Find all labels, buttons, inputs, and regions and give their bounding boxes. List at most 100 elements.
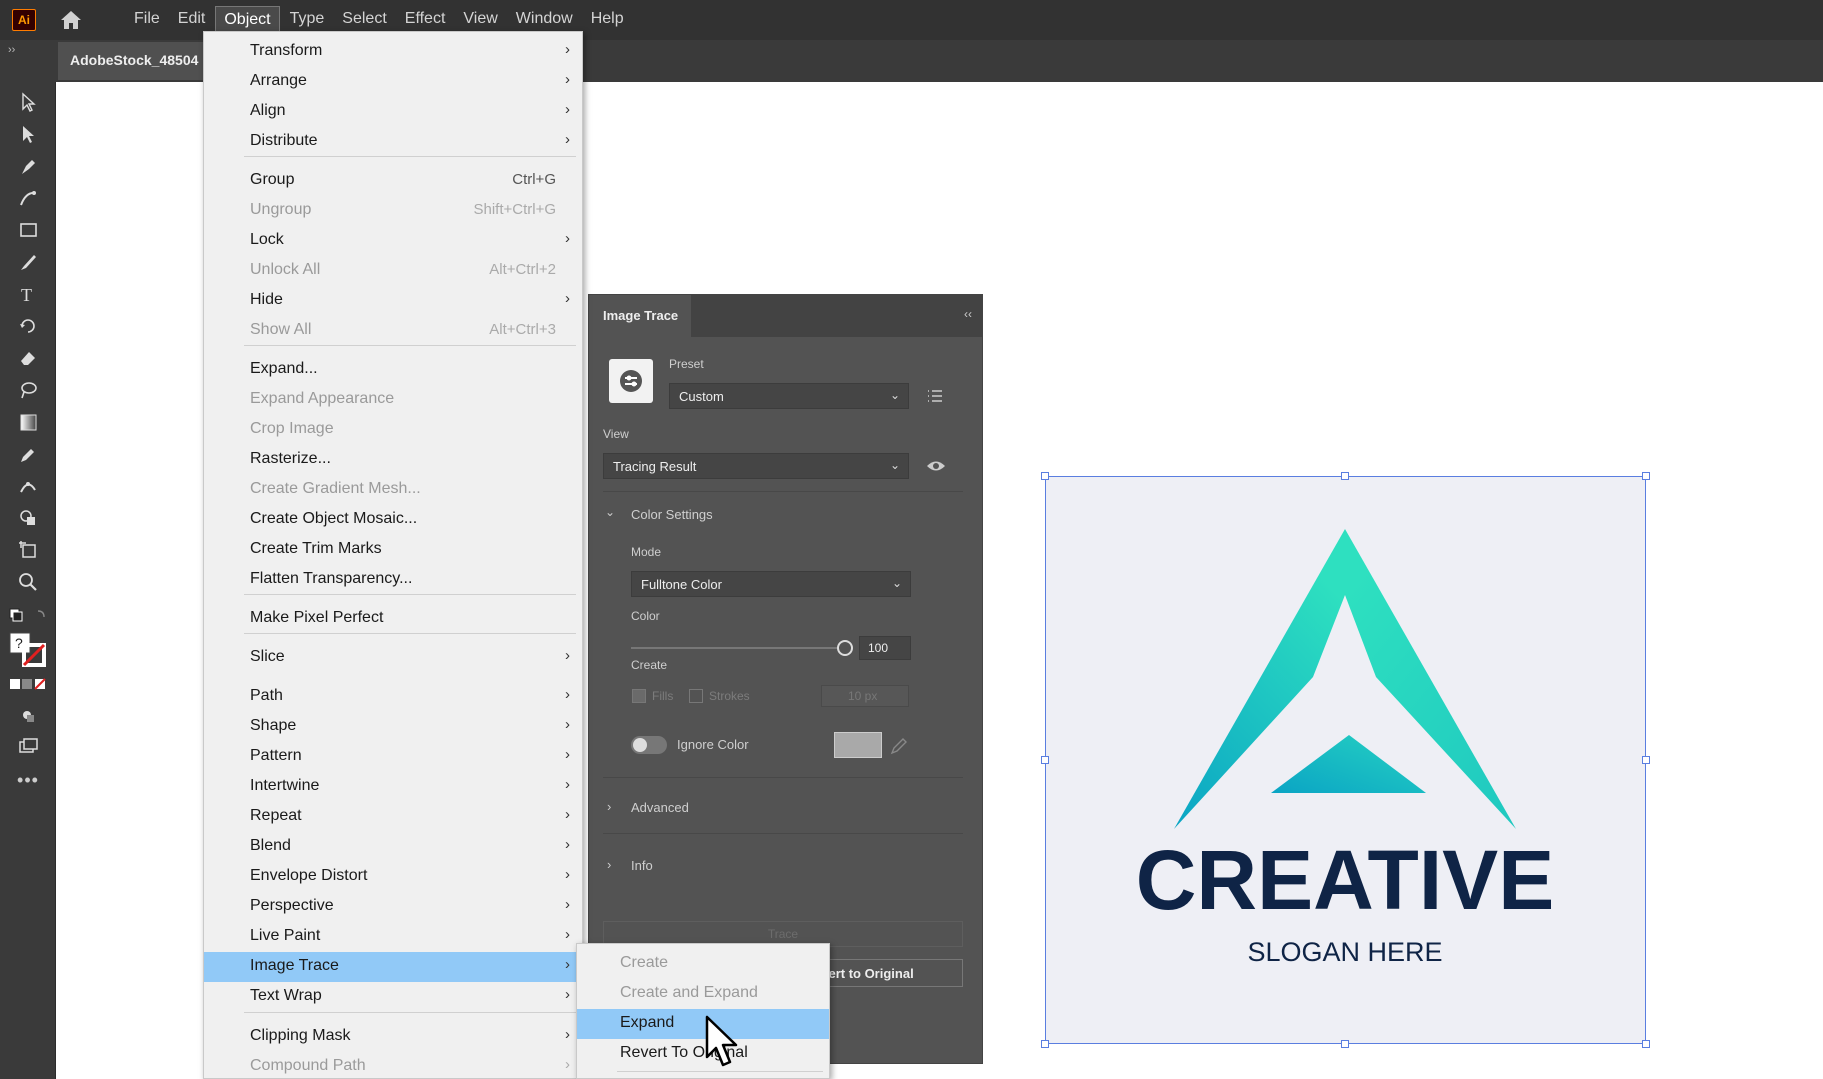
menu-effect[interactable]: Effect — [397, 6, 454, 34]
menu-item-live-paint[interactable]: Live Paint › — [204, 922, 582, 952]
eyedropper-tool-icon[interactable] — [14, 440, 42, 468]
resize-handle[interactable] — [1341, 1040, 1349, 1048]
menu-item-arrange[interactable]: Arrange › — [204, 67, 582, 97]
menu-item-path[interactable]: Path › — [204, 682, 582, 712]
paintbrush-tool-icon[interactable] — [14, 248, 42, 276]
menu-item-compound-path[interactable]: Compound Path › — [204, 1052, 582, 1079]
menu-item-envelope-distort[interactable]: Envelope Distort › — [204, 862, 582, 892]
more-tools-icon[interactable]: ••• — [14, 766, 42, 794]
selection-tool-icon[interactable] — [14, 88, 42, 116]
menu-item-rasterize[interactable]: Rasterize... — [204, 445, 582, 475]
menu-type[interactable]: Type — [282, 6, 333, 34]
eyedropper-icon[interactable] — [889, 734, 911, 756]
advanced-label[interactable]: Advanced — [631, 800, 689, 815]
type-tool-icon[interactable]: T — [14, 280, 42, 308]
menu-item-slice[interactable]: Slice › — [204, 643, 582, 673]
menu-item-clipping-mask[interactable]: Clipping Mask › — [204, 1022, 582, 1052]
menu-object[interactable]: Object — [215, 6, 280, 34]
menu-item-lock[interactable]: Lock › — [204, 226, 582, 256]
home-icon[interactable] — [58, 8, 84, 32]
menu-edit[interactable]: Edit — [170, 6, 214, 34]
image-trace-tab[interactable]: Image Trace — [589, 295, 691, 337]
menu-item-expand-appearance[interactable]: Expand Appearance — [204, 385, 582, 415]
menu-help[interactable]: Help — [583, 6, 632, 34]
expand-panels-icon[interactable]: ›› — [8, 44, 15, 56]
info-label[interactable]: Info — [631, 858, 653, 873]
menu-item-ungroup[interactable]: Ungroup Shift+Ctrl+G — [204, 196, 582, 226]
artboard-tool-icon[interactable] — [14, 536, 42, 564]
resize-handle[interactable] — [1041, 1040, 1049, 1048]
menu-item-create-trim-marks[interactable]: Create Trim Marks — [204, 535, 582, 565]
rectangle-tool-icon[interactable] — [14, 216, 42, 244]
eye-icon[interactable] — [926, 457, 946, 475]
menu-file[interactable]: File — [126, 6, 168, 34]
drawing-mode-icon[interactable] — [14, 702, 42, 730]
color-mode-icon[interactable] — [6, 674, 50, 694]
preset-select[interactable]: Custom ⌄ — [669, 383, 909, 409]
rotate-tool-icon[interactable] — [14, 312, 42, 340]
ignore-color-toggle[interactable] — [631, 736, 667, 754]
resize-handle[interactable] — [1642, 756, 1650, 764]
slider-thumb[interactable] — [837, 640, 853, 656]
color-value-field[interactable]: 100 — [859, 636, 911, 660]
zoom-tool-icon[interactable] — [14, 568, 42, 596]
menu-item-show-all[interactable]: Show All Alt+Ctrl+3 — [204, 316, 582, 346]
menu-item-expand[interactable]: Expand... — [204, 355, 582, 385]
strokes-checkbox[interactable] — [689, 689, 703, 703]
menu-item-distribute[interactable]: Distribute › — [204, 127, 582, 157]
selected-artwork[interactable]: CREATIVE SLOGAN HERE — [1041, 472, 1650, 1048]
menu-window[interactable]: Window — [508, 6, 581, 34]
ignore-color-swatch[interactable] — [834, 732, 882, 758]
shape-builder-tool-icon[interactable] — [14, 504, 42, 532]
menu-item-blend[interactable]: Blend › — [204, 832, 582, 862]
menu-item-flatten-transparency[interactable]: Flatten Transparency... — [204, 565, 582, 595]
menu-item-intertwine[interactable]: Intertwine › — [204, 772, 582, 802]
menu-item-align[interactable]: Align › — [204, 97, 582, 127]
menu-item-text-wrap[interactable]: Text Wrap › — [204, 982, 582, 1012]
view-select[interactable]: Tracing Result ⌄ — [603, 453, 909, 479]
direct-selection-tool-icon[interactable] — [14, 120, 42, 148]
menu-item-hide[interactable]: Hide › — [204, 286, 582, 316]
swap-colors-icon[interactable] — [6, 602, 50, 630]
menu-item-create-gradient-mesh[interactable]: Create Gradient Mesh... — [204, 475, 582, 505]
preset-icon[interactable] — [609, 359, 653, 403]
menu-item-crop-image[interactable]: Crop Image — [204, 415, 582, 445]
menu-item-make-pixel-perfect[interactable]: Make Pixel Perfect — [204, 604, 582, 634]
menu-item-image-trace[interactable]: Image Trace › — [204, 952, 582, 982]
menu-item-shape[interactable]: Shape › — [204, 712, 582, 742]
menu-item-transform[interactable]: Transform › — [204, 37, 582, 67]
screen-mode-icon[interactable] — [14, 732, 42, 760]
menu-item-group[interactable]: Group Ctrl+G — [204, 166, 582, 196]
preset-list-icon[interactable] — [926, 387, 944, 405]
gradient-tool-icon[interactable] — [14, 408, 42, 436]
chevron-right-icon[interactable]: › — [607, 799, 611, 814]
resize-handle[interactable] — [1041, 472, 1049, 480]
menu-select[interactable]: Select — [334, 6, 394, 34]
eraser-tool-icon[interactable] — [14, 344, 42, 372]
submenu-item-create-and-expand[interactable]: Create and Expand — [577, 979, 829, 1009]
lasso-tool-icon[interactable] — [14, 376, 42, 404]
collapse-panel-icon[interactable]: ‹‹ — [964, 307, 972, 321]
menu-item-create-object-mosaic[interactable]: Create Object Mosaic... — [204, 505, 582, 535]
document-tab[interactable]: AdobeStock_48504 — [58, 42, 208, 80]
mode-select[interactable]: Fulltone Color ⌄ — [631, 571, 911, 597]
fill-stroke-swatch[interactable]: ? — [6, 630, 50, 670]
menu-item-pattern[interactable]: Pattern › — [204, 742, 582, 772]
menu-item-repeat[interactable]: Repeat › — [204, 802, 582, 832]
pen-tool-icon[interactable] — [14, 152, 42, 180]
color-slider[interactable] — [631, 640, 853, 656]
menu-item-unlock-all[interactable]: Unlock All Alt+Ctrl+2 — [204, 256, 582, 286]
curvature-tool-icon[interactable] — [14, 184, 42, 212]
chevron-down-icon[interactable]: ⌄ — [605, 505, 615, 519]
stroke-width-field[interactable]: 10 px — [821, 685, 909, 707]
submenu-item-create[interactable]: Create — [577, 949, 829, 979]
puppet-warp-tool-icon[interactable] — [14, 472, 42, 500]
menu-item-perspective[interactable]: Perspective › — [204, 892, 582, 922]
resize-handle[interactable] — [1341, 472, 1349, 480]
resize-handle[interactable] — [1642, 1040, 1650, 1048]
resize-handle[interactable] — [1642, 472, 1650, 480]
color-settings-label[interactable]: Color Settings — [631, 507, 713, 522]
menu-view[interactable]: View — [455, 6, 505, 34]
fills-checkbox[interactable] — [632, 689, 646, 703]
chevron-right-icon[interactable]: › — [607, 857, 611, 872]
